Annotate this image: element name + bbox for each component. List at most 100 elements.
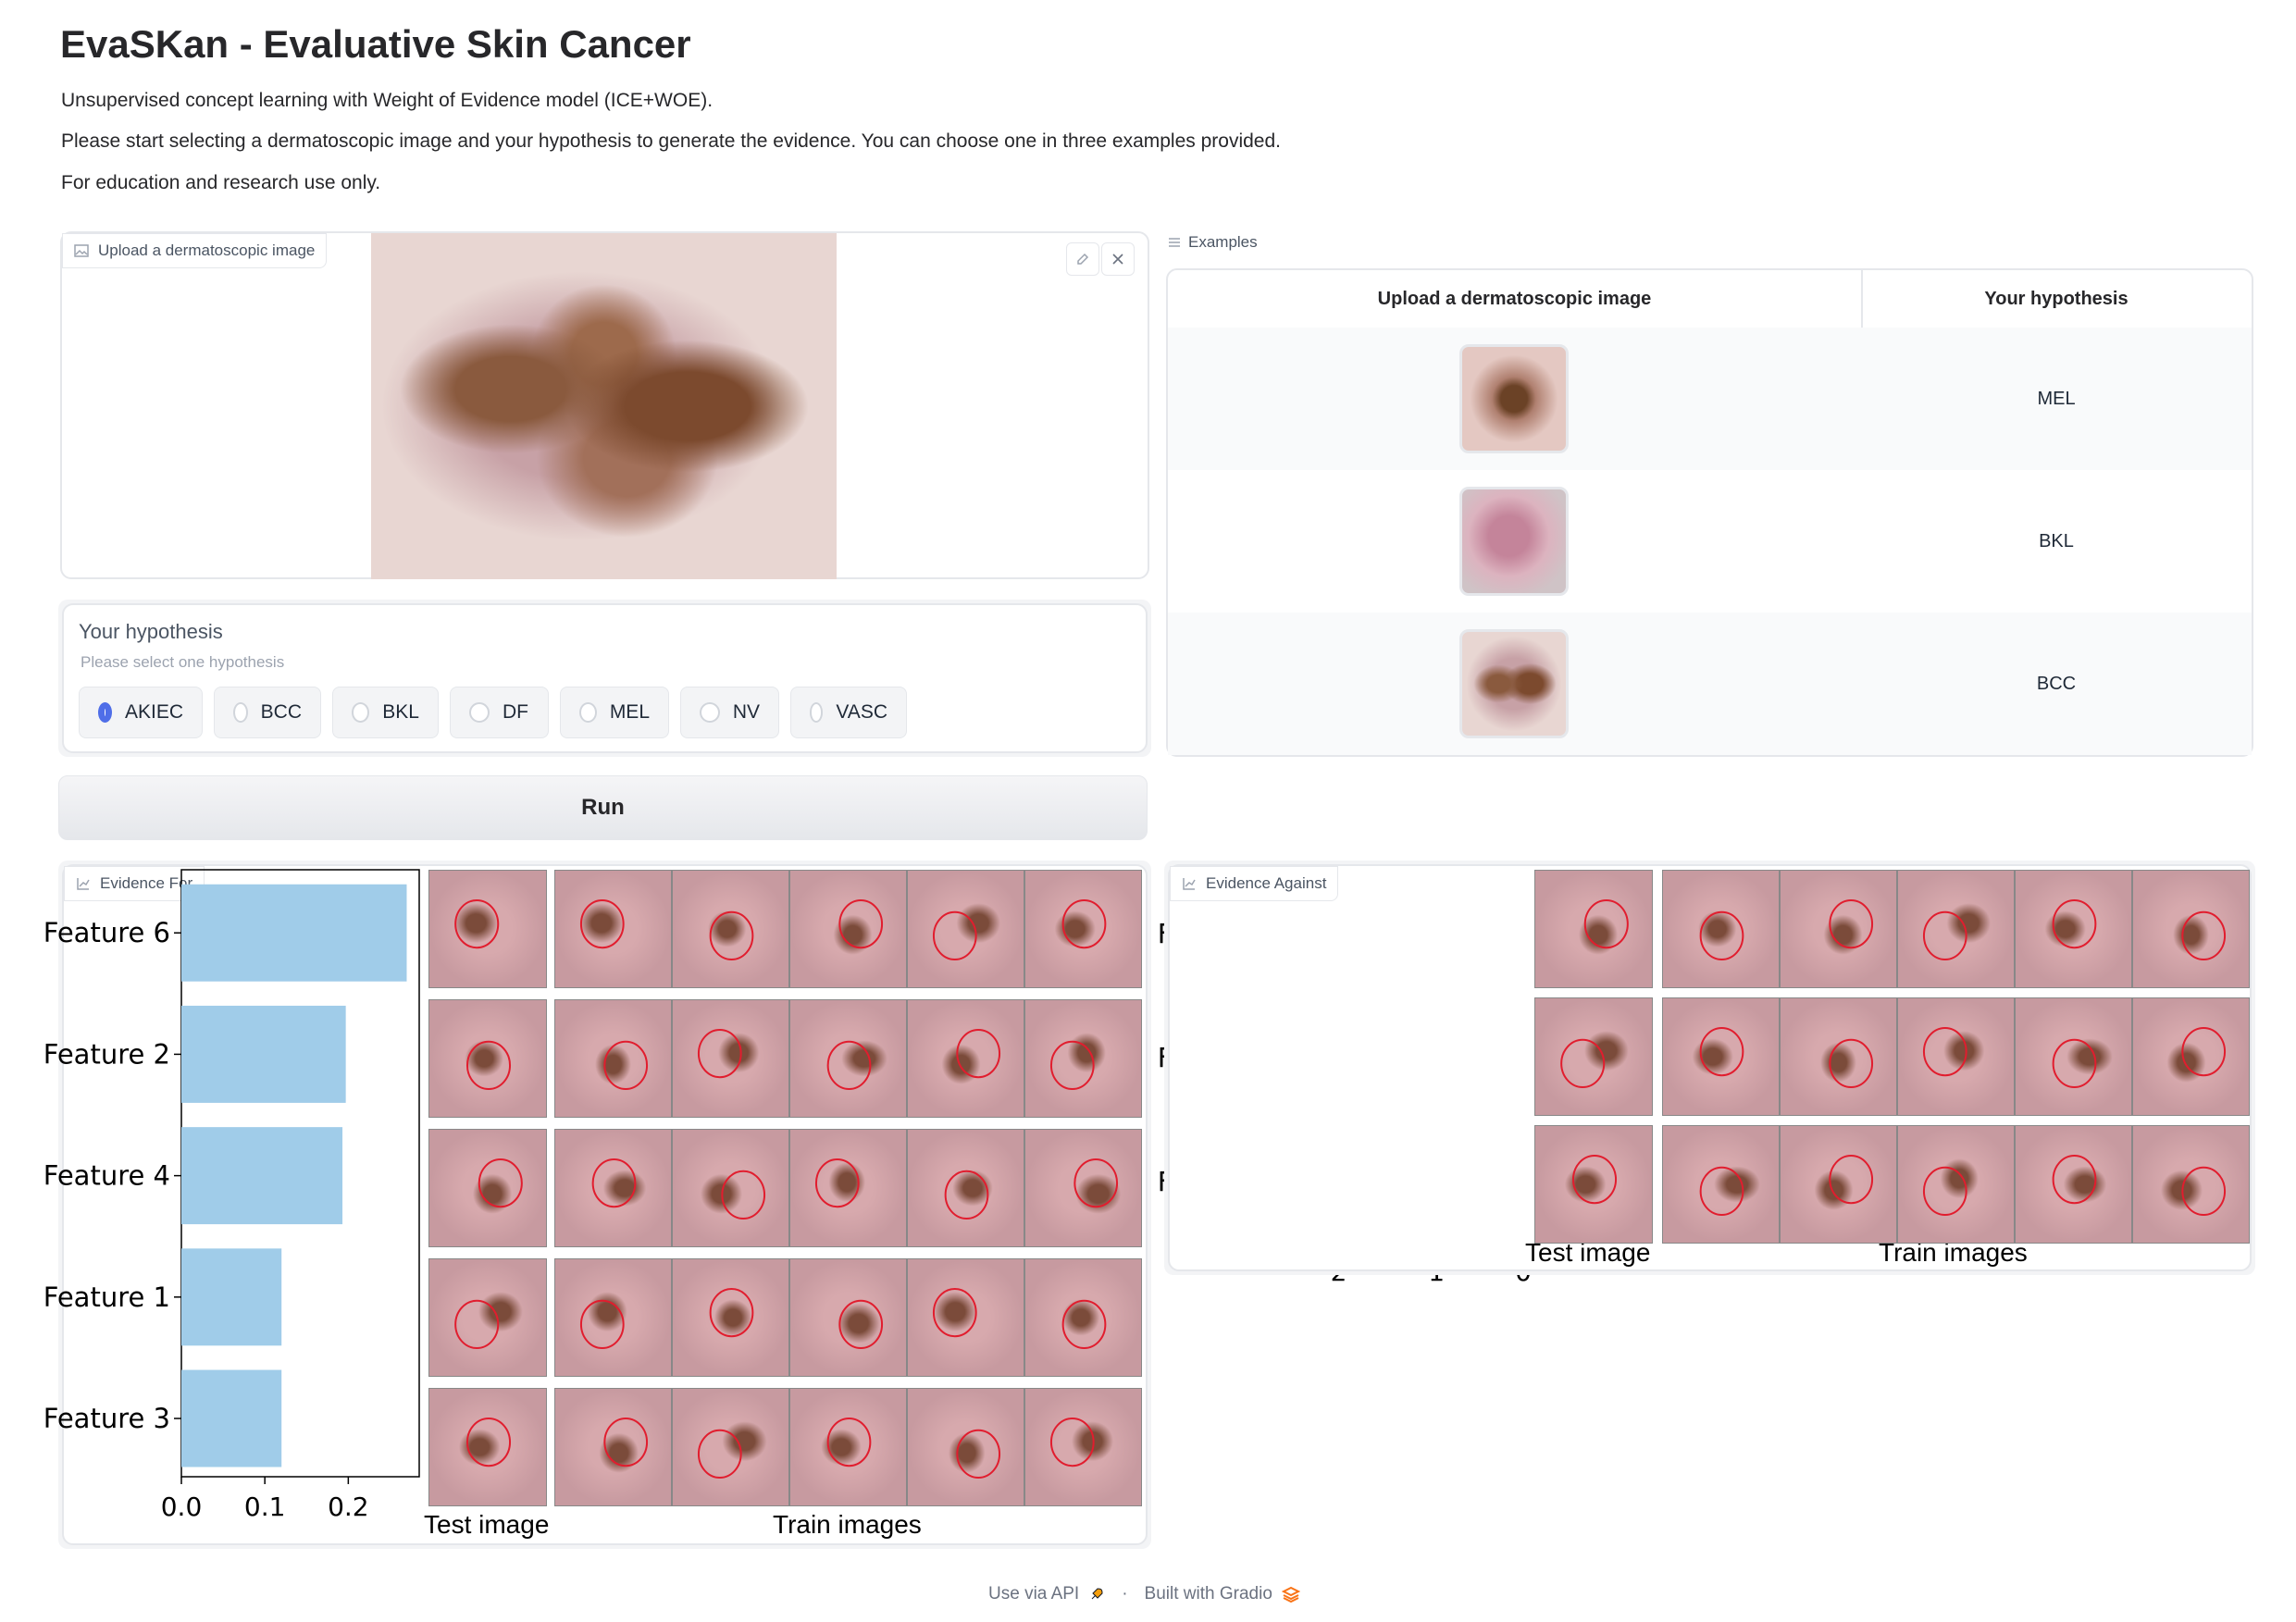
concept-contour-shape — [1922, 910, 1967, 961]
for-chart-category-label: Feature 1 — [43, 1282, 170, 1313]
concept-contour-shape — [1699, 910, 1744, 961]
for-chart-category-label: Feature 4 — [43, 1160, 170, 1192]
evidence-against-train-image — [2132, 870, 2250, 988]
concept-contour-shape — [1049, 1040, 1095, 1091]
concept-contour — [454, 898, 500, 949]
concept-contour — [591, 1158, 637, 1208]
evidence-for-test-image — [428, 1388, 547, 1506]
concept-contour-shape — [454, 1299, 500, 1350]
concept-contour-shape — [697, 1028, 742, 1079]
gradio-logo-icon — [1281, 1586, 1300, 1603]
evidence-for-train-image — [672, 1388, 789, 1506]
evidence-for-train-image — [1024, 1129, 1142, 1247]
evidence-against-train-image — [2015, 997, 2132, 1116]
evidence-against-test-image — [1534, 870, 1653, 988]
concept-contour-shape — [1922, 1166, 1967, 1217]
concept-contour — [1699, 1166, 1744, 1217]
evidence-for-train-image — [907, 870, 1024, 988]
concept-contour-shape — [591, 1158, 637, 1208]
concept-contour — [603, 1417, 649, 1467]
evidence-against-train-image — [1662, 997, 1780, 1116]
concept-contour — [932, 1287, 977, 1338]
concept-contour — [956, 1429, 1001, 1480]
evidence-for-train-image — [789, 1258, 907, 1377]
concept-contour-shape — [2181, 1026, 2227, 1077]
concept-contour — [838, 1299, 884, 1350]
concept-contour-shape — [1922, 1026, 1967, 1077]
for-chart-bar — [181, 1005, 346, 1103]
evidence-for-train-image — [789, 1129, 907, 1247]
concept-contour-shape — [1049, 1417, 1095, 1467]
evidence-for-train-image — [907, 999, 1024, 1118]
concept-contour — [1560, 1038, 1606, 1089]
evidence-for-train-image — [1024, 870, 1142, 988]
evidence-for-test-image — [428, 870, 547, 988]
concept-contour-shape — [838, 1299, 884, 1350]
concept-contour — [2181, 910, 2227, 961]
footer-separator: · — [1122, 1584, 1128, 1603]
concept-contour-shape — [709, 1287, 754, 1338]
use-via-api-link[interactable]: Use via API — [988, 1584, 1079, 1604]
evidence-for-train-image — [672, 1129, 789, 1247]
concept-contour — [1922, 910, 1967, 961]
evidence-for-train-image — [907, 1258, 1024, 1377]
evidence-against-train-image — [1897, 997, 2015, 1116]
concept-contour-shape — [1560, 1038, 1606, 1089]
concept-contour — [1922, 1026, 1967, 1077]
evidence-for-test-image — [428, 1258, 547, 1377]
concept-contour — [2181, 1026, 2227, 1077]
concept-contour — [932, 910, 977, 961]
concept-contour-shape — [1829, 1154, 1874, 1205]
concept-contour — [944, 1170, 989, 1220]
concept-contour-shape — [1829, 898, 1874, 949]
concept-contour-shape — [814, 1158, 860, 1208]
for-chart-bar — [181, 1369, 282, 1467]
concept-contour — [579, 1299, 625, 1350]
concept-contour-shape — [1699, 1166, 1744, 1217]
evidence-for-test-image — [428, 1129, 547, 1247]
evidence-for-train-image — [1024, 999, 1142, 1118]
concept-contour — [1699, 910, 1744, 961]
concept-contour — [721, 1170, 766, 1220]
concept-contour — [709, 1287, 754, 1338]
concept-contour-shape — [838, 898, 884, 949]
concept-contour-shape — [1061, 898, 1107, 949]
concept-contour-shape — [1074, 1158, 1119, 1208]
evidence-for-chart: Feature 6 Feature 2 Feature 4 Feature 1 Feat… — [43, 869, 1532, 1522]
evidence-for-train-image — [554, 870, 672, 988]
concept-contour — [2052, 1154, 2097, 1205]
evidence-against-train-image — [2132, 997, 2250, 1116]
evidence-for-test-image — [428, 999, 547, 1118]
for-chart-bar — [181, 1248, 282, 1346]
evidence-for-train-image — [554, 1258, 672, 1377]
built-with-gradio-link[interactable]: Built with Gradio — [1145, 1584, 1272, 1604]
concept-contour-shape — [579, 1299, 625, 1350]
for-chart-xtick-label: 0.1 — [244, 1492, 286, 1522]
concept-contour-shape — [603, 1417, 649, 1467]
concept-contour-shape — [1571, 1154, 1618, 1205]
concept-contour — [1061, 1299, 1107, 1350]
concept-contour-shape — [579, 898, 625, 949]
concept-contour-shape — [1829, 1038, 1874, 1089]
for-chart-bar — [181, 1127, 343, 1225]
evidence-for-train-image — [789, 870, 907, 988]
evidence-against-train-image — [1662, 1125, 1780, 1244]
concept-contour-shape — [721, 1170, 766, 1220]
concept-contour — [1049, 1417, 1095, 1467]
concept-contour — [1571, 1154, 1618, 1205]
evidence-against-label: Evidence Against — [1170, 866, 1339, 901]
concept-contour-shape — [932, 910, 977, 961]
for-chart-bar — [181, 884, 407, 982]
evidence-for-train-image — [789, 1388, 907, 1506]
evidence-for-train-image — [789, 999, 907, 1118]
evidence-against-train-image — [1897, 870, 2015, 988]
concept-contour-shape — [2052, 898, 2097, 949]
concept-contour-shape — [454, 898, 500, 949]
concept-contour-shape — [932, 1287, 977, 1338]
concept-contour-shape — [2052, 1154, 2097, 1205]
concept-contour — [826, 1040, 872, 1091]
concept-contour — [1922, 1166, 1967, 1217]
concept-contour — [2052, 898, 2097, 949]
concept-contour-shape — [956, 1028, 1001, 1079]
evidence-against-train-image — [2015, 870, 2132, 988]
